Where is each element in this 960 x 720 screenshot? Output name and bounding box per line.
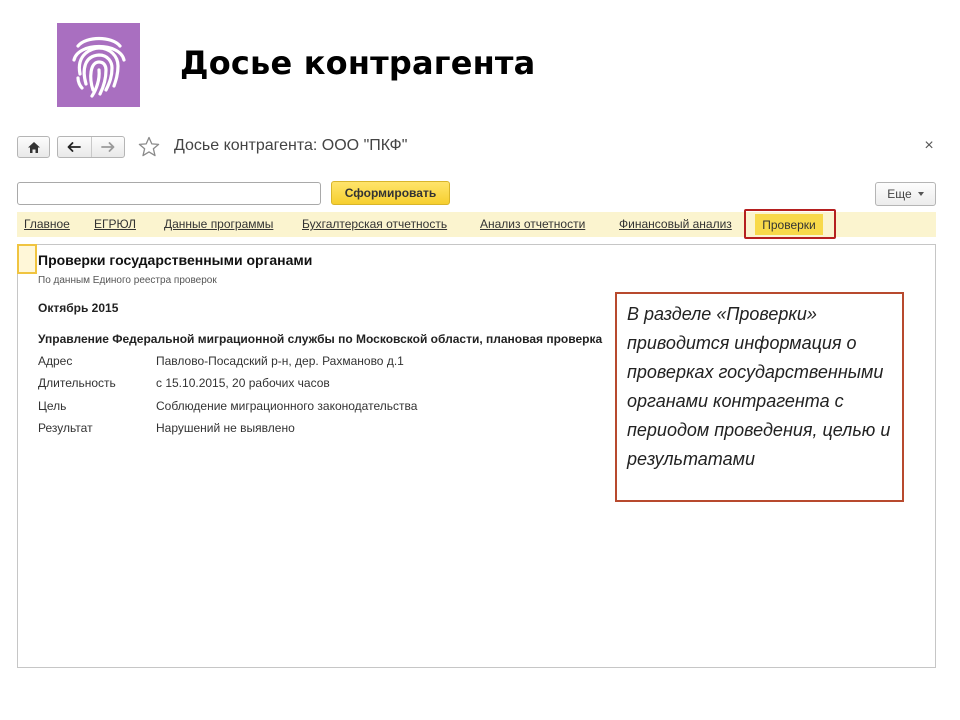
row-label: Длительность: [38, 376, 116, 390]
more-label: Еще: [887, 187, 912, 201]
tab-financial-analysis[interactable]: Финансовый анализ: [619, 217, 732, 231]
row-value: Соблюдение миграционного законодательств…: [156, 399, 418, 413]
star-icon: [138, 136, 160, 157]
favorite-star-button[interactable]: [137, 135, 161, 159]
callout-note: В разделе «Проверки» приводится информац…: [615, 292, 904, 502]
back-button[interactable]: [58, 137, 91, 157]
search-input[interactable]: [17, 182, 321, 205]
logo: [57, 23, 140, 107]
report-title: Проверки государственными органами: [38, 252, 313, 268]
forward-button[interactable]: [90, 137, 125, 157]
chevron-down-icon: [917, 192, 924, 196]
row-label: Результат: [38, 421, 93, 435]
row-label: Цель: [38, 399, 67, 413]
home-button[interactable]: [17, 136, 50, 158]
tab-inspections[interactable]: Проверки: [755, 214, 823, 235]
report-subtitle: По данным Единого реестра проверок: [38, 275, 217, 286]
row-value: Павлово-Посадский р-н, дер. Рахманово д.…: [156, 354, 404, 368]
arrow-right-icon: [100, 142, 115, 152]
history-nav: [57, 136, 125, 158]
row-label: Адрес: [38, 354, 73, 368]
home-icon: [27, 141, 40, 153]
report-period: Октябрь 2015: [38, 301, 119, 315]
generate-button[interactable]: Сформировать: [331, 181, 450, 205]
row-value: Нарушений не выявлено: [156, 421, 295, 435]
tab-reports-analysis[interactable]: Анализ отчетности: [480, 217, 585, 231]
report-agency: Управление Федеральной миграционной служ…: [38, 332, 603, 346]
tab-program-data[interactable]: Данные программы: [164, 217, 273, 231]
row-value: с 15.10.2015, 20 рабочих часов: [156, 376, 330, 390]
fingerprint-icon: [71, 36, 126, 98]
window-title: Досье контрагента: ООО "ПКФ": [174, 137, 408, 154]
tab-egrul[interactable]: ЕГРЮЛ: [94, 217, 136, 231]
arrow-left-icon: [67, 142, 82, 152]
tab-main[interactable]: Главное: [24, 217, 70, 231]
more-button[interactable]: Еще: [875, 182, 936, 206]
tab-accounting-reports[interactable]: Бухгалтерская отчетность: [302, 217, 447, 231]
cell-cursor: [17, 244, 37, 274]
close-button[interactable]: ×: [920, 137, 938, 155]
slide-title: Досье контрагента: [180, 44, 536, 82]
